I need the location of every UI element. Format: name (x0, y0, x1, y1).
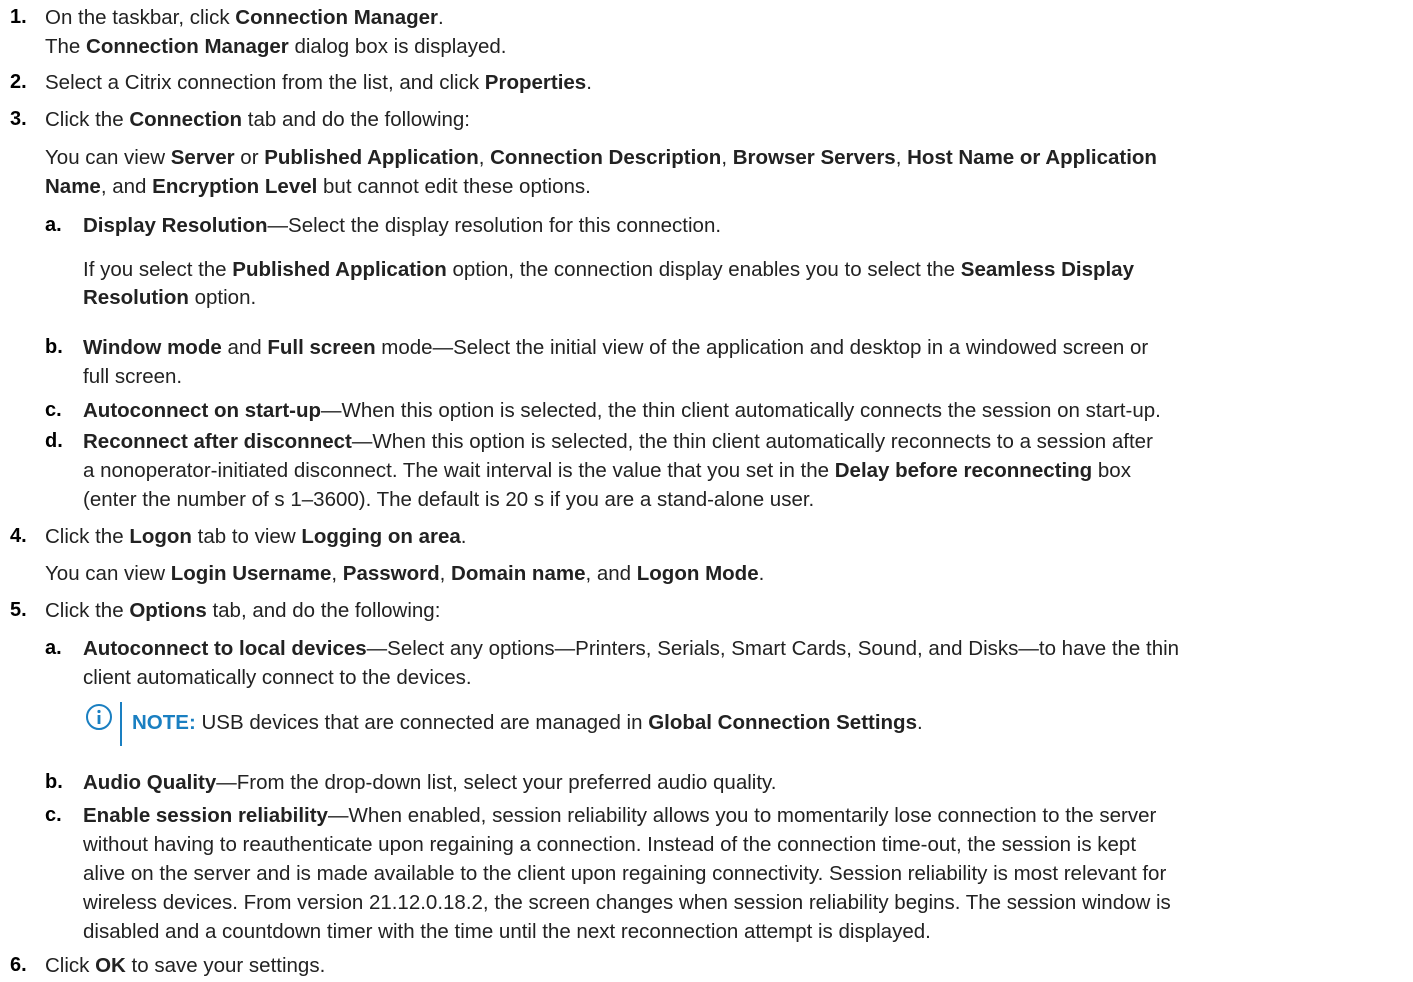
step-2-line-1: Select a Citrix connection from the list… (45, 71, 592, 94)
substep-letter: d. (45, 430, 63, 452)
step-4-line-1: Click the Logon tab to view Logging on a… (45, 525, 467, 548)
substep-5c-line-2: without having to reauthenticate upon re… (83, 833, 1137, 856)
step-3-para-line-1: You can view Server or Published Applica… (45, 146, 1157, 169)
substep-letter: c. (45, 399, 62, 421)
note-text: NOTE: USB devices that are connected are… (132, 711, 923, 734)
document-page: { "steps": [ {"num": "1.", "line1": ["On… (0, 0, 1413, 982)
step-number: 6. (10, 954, 27, 976)
substep-letter: b. (45, 771, 63, 793)
substep-5a-line-1: Autoconnect to local devices—Select any … (83, 637, 1180, 660)
step-1-line-1: On the taskbar, click Connection Manager… (45, 6, 444, 29)
step-4-para-line-1: You can view Login Username, Password, D… (45, 562, 765, 585)
substep-letter: b. (45, 336, 63, 358)
step-3-line-1: Click the Connection tab and do the foll… (45, 108, 471, 131)
substep-letter: c. (45, 804, 62, 826)
substep-5a-line-2: client automatically connect to the devi… (83, 666, 472, 689)
substep-5c-line-1: Enable session reliability—When enabled,… (83, 804, 1157, 827)
substep-3d-line-1: Reconnect after disconnect—When this opt… (83, 430, 1153, 453)
substep-3d-line-3: (enter the number of s 1–3600). The defa… (83, 488, 815, 511)
step-number: 4. (10, 525, 27, 547)
step-number: 2. (10, 71, 27, 93)
substep-3d-line-2: a nonoperator-initiated disconnect. The … (83, 459, 1131, 482)
step-6-line-1: Click OK to save your settings. (45, 954, 326, 977)
step-number: 1. (10, 6, 27, 28)
substep-3b-line-1: Window mode and Full screen mode—Select … (83, 336, 1149, 359)
step-number: 3. (10, 108, 27, 130)
substep-5c-line-4: wireless devices. From version 21.12.0.1… (83, 891, 1171, 914)
info-icon (86, 702, 122, 746)
substep-5c-line-3: alive on the server and is made availabl… (83, 862, 1167, 885)
substep-5c-line-5: disabled and a countdown timer with the … (83, 920, 931, 943)
substep-3a-line-1: Display Resolution—Select the display re… (83, 214, 722, 237)
substep-3a-para-line-2: Resolution option. (83, 286, 257, 309)
substep-3c-line-1: Autoconnect on start-up—When this option… (83, 399, 1161, 422)
step-number: 5. (10, 599, 27, 621)
substep-3a-para-line-1: If you select the Published Application … (83, 258, 1134, 281)
substep-5b-line-1: Audio Quality—From the drop-down list, s… (83, 771, 777, 794)
substep-letter: a. (45, 637, 62, 659)
substep-3b-line-2: full screen. (83, 365, 183, 388)
substep-letter: a. (45, 214, 62, 236)
step-5-line-1: Click the Options tab, and do the follow… (45, 599, 441, 622)
step-1-line-2: The Connection Manager dialog box is dis… (45, 35, 507, 58)
step-3-para-line-2: Name, and Encryption Level but cannot ed… (45, 175, 591, 198)
